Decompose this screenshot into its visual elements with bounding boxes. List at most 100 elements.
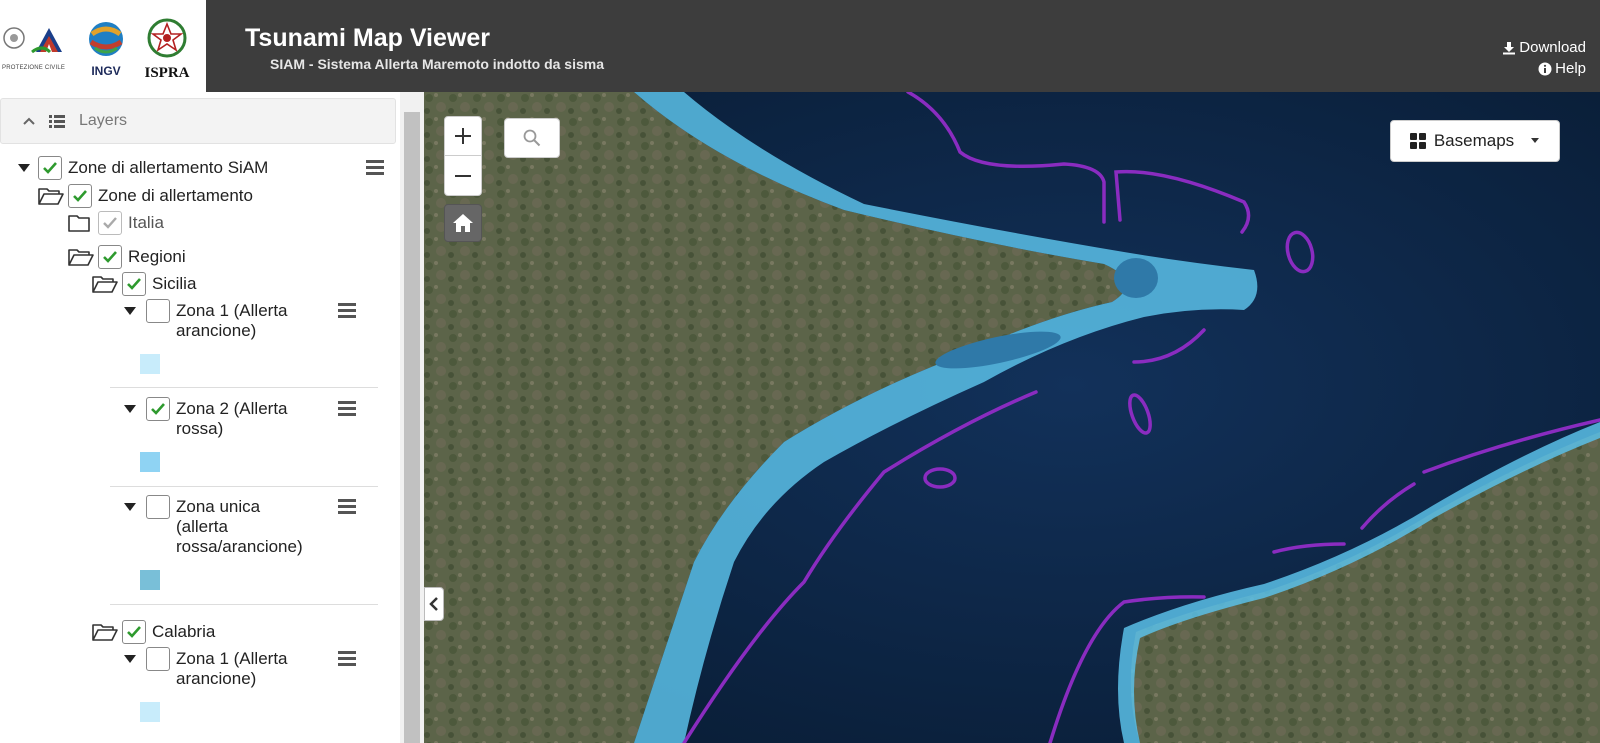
folder-closed-icon[interactable] (68, 213, 94, 233)
layer-label-zone-group: Zone di allertamento (98, 186, 253, 205)
layer-label-root: Zone di allertamento SiAM (68, 158, 269, 177)
map-search-button[interactable] (504, 118, 560, 158)
label-line: Zona 1 (Allerta (176, 649, 288, 668)
check-icon (151, 403, 165, 415)
checkbox-root[interactable] (38, 156, 62, 180)
caret-down-icon[interactable] (122, 649, 138, 669)
checkbox-sicilia-zona2[interactable] (146, 397, 170, 421)
layer-label-italia: Italia (128, 213, 164, 232)
download-label: Download (1519, 39, 1586, 56)
layer-menu-icon-sicilia-zona1[interactable] (338, 303, 356, 319)
check-icon (103, 251, 117, 263)
legend-swatch-zona2 (140, 452, 160, 472)
layers-panel-title: Layers (79, 112, 128, 129)
label-line: arancione) (176, 669, 257, 688)
layer-menu-icon-root[interactable] (366, 160, 384, 176)
tree-node-zone-group: Zone di allertamento (38, 184, 253, 208)
minus-icon (455, 174, 471, 177)
checkbox-sicilia-zona1[interactable] (146, 299, 170, 323)
map-view[interactable]: Basemaps (424, 92, 1600, 743)
tree-node-calabria-zona1: Zona 1 (Allerta arancione) (122, 647, 288, 689)
chevron-up-icon[interactable] (23, 117, 35, 125)
caret-down-icon[interactable] (122, 497, 138, 517)
layer-label-sicilia-zona2: Zona 2 (Allerta rossa) (176, 399, 288, 439)
logo-strip: PROTEZIONE CIVILE INGV ISPRA (0, 0, 206, 92)
caret-down-icon[interactable] (122, 399, 138, 419)
layer-menu-icon-sicilia-zona2[interactable] (338, 401, 356, 417)
ispra-logo: ISPRA (138, 16, 196, 81)
label-line: Zona 1 (Allerta (176, 301, 288, 320)
layers-sidebar: Layers Zone di allertamento SiAM Zone di… (0, 92, 400, 743)
checkbox-calabria-zona1[interactable] (146, 647, 170, 671)
tree-node-calabria: Calabria (92, 620, 216, 644)
basemaps-label: Basemaps (1433, 131, 1515, 150)
sidebar-scrollbar-thumb[interactable] (404, 112, 420, 743)
layer-menu-icon-sicilia-zona-unica[interactable] (338, 499, 356, 515)
checkbox-italia[interactable] (98, 211, 122, 235)
legend-swatch-calabria-zona1 (140, 702, 160, 722)
home-icon (453, 214, 473, 232)
collapse-sidebar-button[interactable] (424, 587, 444, 621)
checkbox-sicilia-zona-unica[interactable] (146, 495, 170, 519)
download-link[interactable]: Download (1502, 39, 1586, 56)
ingv-logo: INGV (84, 20, 128, 78)
label-line: Zona unica (176, 497, 261, 516)
zoom-out-button[interactable] (444, 156, 482, 196)
folder-open-icon[interactable] (92, 622, 118, 642)
layer-label-calabria: Calabria (152, 622, 216, 641)
caret-down-icon[interactable] (16, 158, 32, 178)
app-title: Tsunami Map Viewer (245, 24, 490, 52)
checkbox-calabria[interactable] (122, 620, 146, 644)
legend-swatch-zona1 (140, 354, 160, 374)
search-icon (523, 129, 541, 147)
tree-node-regioni: Regioni (68, 245, 186, 269)
caret-down-icon[interactable] (122, 301, 138, 321)
chevron-left-icon (429, 597, 438, 611)
download-icon (1503, 41, 1516, 54)
check-icon (73, 190, 87, 202)
label-line: (allerta (176, 517, 228, 536)
info-icon (1538, 62, 1552, 75)
app-header: PROTEZIONE CIVILE INGV ISPRA Tsunami Map… (0, 0, 1600, 92)
help-label: Help (1555, 60, 1586, 77)
label-line: rossa/arancione) (176, 537, 303, 556)
check-icon (127, 626, 141, 638)
folder-open-icon[interactable] (92, 274, 118, 294)
label-line: Zona 2 (Allerta (176, 399, 288, 418)
protezione-civile-logo: PROTEZIONE CIVILE (2, 22, 68, 76)
layer-label-regioni: Regioni (128, 247, 186, 266)
tree-node-sicilia-zona2: Zona 2 (Allerta rossa) (122, 397, 288, 439)
divider (110, 486, 378, 487)
tree-node-sicilia-zona-unica: Zona unica (allerta rossa/arancione) (122, 495, 303, 557)
checkbox-regioni[interactable] (98, 245, 122, 269)
checkbox-zone-group[interactable] (68, 184, 92, 208)
divider (110, 387, 378, 388)
basemaps-button[interactable]: Basemaps (1390, 120, 1560, 162)
help-link[interactable]: Help (1538, 60, 1586, 77)
grid-icon (1409, 133, 1426, 149)
home-button[interactable] (444, 204, 482, 242)
satellite-map[interactable] (424, 92, 1600, 743)
check-icon (127, 278, 141, 290)
zoom-in-button[interactable] (444, 116, 482, 156)
check-icon (103, 217, 117, 229)
tree-node-italia: Italia (68, 211, 164, 235)
plus-icon (455, 128, 471, 144)
divider (110, 604, 378, 605)
layers-panel-header[interactable]: Layers (0, 98, 396, 144)
layer-label-sicilia: Sicilia (152, 274, 197, 293)
layer-label-sicilia-zona1: Zona 1 (Allerta arancione) (176, 301, 288, 341)
layer-label-calabria-zona1: Zona 1 (Allerta arancione) (176, 649, 288, 689)
folder-open-icon[interactable] (38, 186, 64, 206)
list-icon (49, 115, 65, 128)
checkbox-sicilia[interactable] (122, 272, 146, 296)
lagoon (1114, 258, 1158, 298)
label-line: arancione) (176, 321, 257, 340)
caret-down-icon (1531, 138, 1540, 143)
logo-text-ispra: ISPRA (144, 65, 190, 81)
layer-menu-icon-calabria-zona1[interactable] (338, 651, 356, 667)
folder-open-icon[interactable] (68, 247, 94, 267)
legend-swatch-zona-unica (140, 570, 160, 590)
label-line: rossa) (176, 419, 224, 438)
layer-label-sicilia-zona-unica: Zona unica (allerta rossa/arancione) (176, 497, 303, 557)
